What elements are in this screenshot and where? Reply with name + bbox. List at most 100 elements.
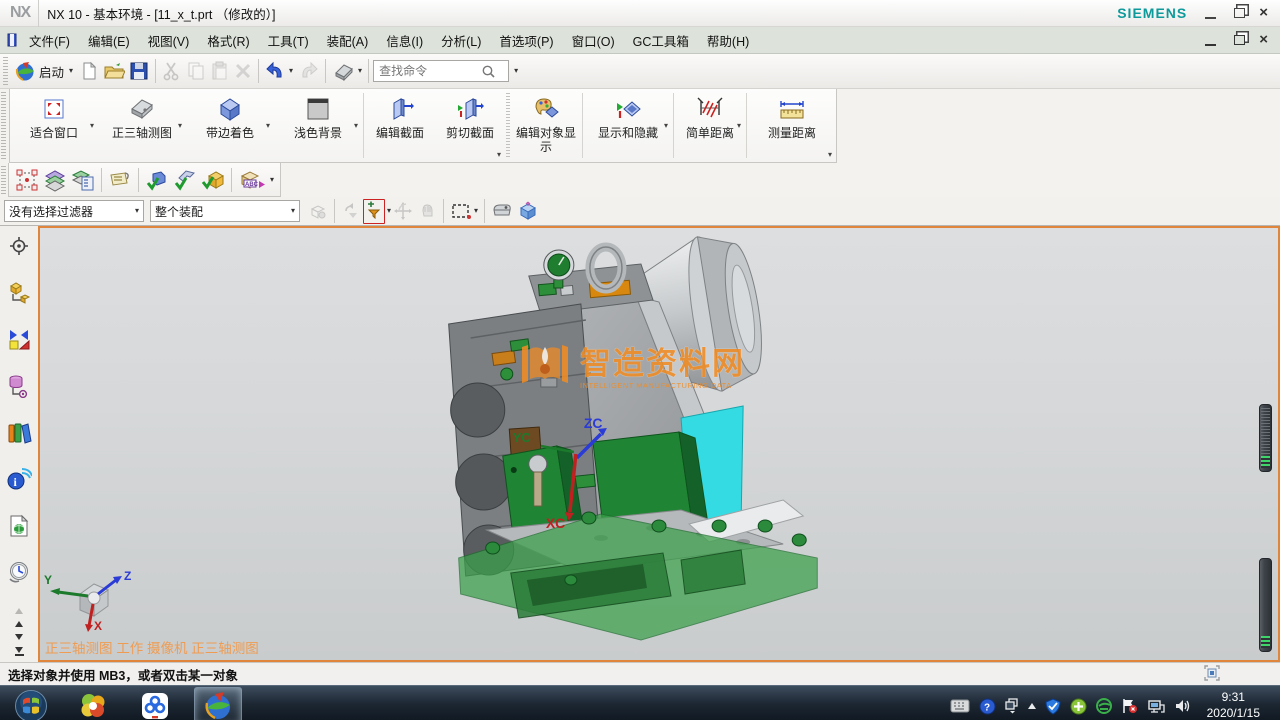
undo-dropdown-icon[interactable]: ▾: [289, 67, 293, 75]
close-icon[interactable]: ×: [1259, 7, 1268, 19]
antivirus-tray-icon[interactable]: [1070, 698, 1087, 715]
edit-object-display-button[interactable]: 编辑对象显示: [511, 89, 581, 162]
toolbar-grip[interactable]: [3, 57, 8, 85]
light-background-button[interactable]: 浅色背景 ▾: [274, 89, 362, 162]
keyboard-tray-icon[interactable]: [950, 699, 970, 713]
menu-window[interactable]: 窗口(O): [563, 27, 624, 54]
scroll-down-icon[interactable]: [15, 634, 23, 640]
child-close-icon[interactable]: ×: [1259, 34, 1268, 46]
light-background-dropdown-icon[interactable]: ▾: [354, 121, 358, 130]
isometric-view-dropdown-icon[interactable]: ▾: [178, 121, 182, 130]
start-dropdown-icon[interactable]: ▾: [69, 67, 73, 75]
scroll-bottom-icon[interactable]: [15, 647, 24, 656]
undo-button[interactable]: ▾: [263, 59, 295, 83]
start-menu-button[interactable]: 启动 ▾: [10, 58, 77, 84]
measure-distance-dropdown-icon[interactable]: ▾: [828, 150, 832, 159]
show-hide-dropdown-icon[interactable]: ▾: [664, 121, 668, 130]
web-info-icon[interactable]: i: [6, 467, 32, 492]
menu-tools[interactable]: 工具(T): [259, 27, 318, 54]
network-tray-icon[interactable]: [1147, 699, 1165, 714]
measure-distance-button[interactable]: 测量距离 ▾: [748, 89, 836, 162]
volume-tray-icon[interactable]: [1174, 698, 1192, 714]
history-icon[interactable]: [6, 560, 32, 586]
annotation-note-button[interactable]: [106, 166, 134, 194]
nx-app-button[interactable]: [194, 687, 242, 720]
shaded-edges-dropdown-icon[interactable]: ▾: [266, 121, 270, 130]
clip-section-button[interactable]: 剪切截面 ▾: [435, 89, 505, 162]
minimize-icon[interactable]: [1205, 8, 1216, 19]
marquee-select-button[interactable]: ▾: [448, 199, 480, 223]
display-dropdown-icon[interactable]: ▾: [358, 67, 362, 75]
clip-slider-upper[interactable]: [1259, 404, 1272, 472]
part-navigator-icon[interactable]: [6, 374, 32, 399]
fit-window-dropdown-icon[interactable]: ▾: [90, 121, 94, 130]
roller-mode-icon[interactable]: [6, 234, 32, 259]
shaded-edges-button[interactable]: 带边着色 ▾: [186, 89, 274, 162]
security-shield-tray-icon[interactable]: [1045, 698, 1061, 715]
fit-window-button[interactable]: 适合窗口 ▾: [10, 89, 98, 162]
show-hidden-icons[interactable]: [1028, 703, 1036, 709]
display-mode-button[interactable]: ▾: [330, 59, 364, 83]
part-check-button[interactable]: [143, 166, 171, 194]
scroll-up-icon[interactable]: [15, 621, 23, 627]
command-finder[interactable]: [373, 60, 509, 82]
search-input[interactable]: [377, 63, 481, 79]
utility-toolbar-grip[interactable]: [1, 166, 6, 194]
ribbon-grip[interactable]: [1, 92, 6, 160]
menu-analysis[interactable]: 分析(L): [432, 27, 490, 54]
menu-information[interactable]: 信息(I): [377, 27, 432, 54]
netdisk-app-button[interactable]: [132, 688, 178, 720]
new-file-button[interactable]: [77, 59, 101, 83]
restore-windows-tray-icon[interactable]: [1005, 698, 1019, 714]
menu-preferences[interactable]: 首选项(P): [490, 27, 562, 54]
menu-view[interactable]: 视图(V): [139, 27, 199, 54]
layer-settings-button[interactable]: [69, 166, 97, 194]
browser-app-button[interactable]: [70, 688, 116, 720]
action-center-flag-icon[interactable]: [1121, 698, 1138, 714]
assembly-check-button[interactable]: [199, 166, 227, 194]
text-tools-button[interactable]: ABC▾: [236, 166, 276, 194]
reuse-library-icon[interactable]: [6, 421, 32, 446]
simple-distance-dropdown-icon[interactable]: ▾: [737, 121, 741, 130]
ie-browser-tray-icon[interactable]: [1096, 698, 1112, 714]
search-icon[interactable]: [481, 64, 496, 79]
simple-distance-button[interactable]: 简单距离 ▾: [675, 89, 745, 162]
start-button[interactable]: [8, 688, 54, 720]
edit-section-button[interactable]: 编辑截面: [365, 89, 435, 162]
layers-button[interactable]: [41, 166, 69, 194]
menu-edit[interactable]: 编辑(E): [79, 27, 139, 54]
shaded-view-button[interactable]: [515, 199, 541, 223]
isometric-view-button[interactable]: 正三轴测图 ▾: [98, 89, 186, 162]
selection-filter-dropdown-icon[interactable]: ▾: [135, 207, 139, 215]
snapshot-button[interactable]: [489, 199, 515, 223]
menu-file[interactable]: 文件(F): [20, 27, 79, 54]
taskbar-clock[interactable]: 9:31 2020/1/15: [1201, 690, 1270, 720]
tool-check-button[interactable]: [171, 166, 199, 194]
marquee-dropdown-icon[interactable]: ▾: [474, 207, 478, 215]
show-hide-button[interactable]: 显示和隐藏 ▾: [584, 89, 672, 162]
open-file-button[interactable]: [101, 59, 127, 83]
menu-format[interactable]: 格式(R): [198, 27, 258, 54]
child-minimize-icon[interactable]: [1205, 35, 1216, 46]
restore-icon[interactable]: [1234, 8, 1245, 18]
filter-highlight-button[interactable]: [363, 199, 385, 224]
input-method-tray-icon[interactable]: ?: [979, 698, 996, 715]
assembly-navigator-icon[interactable]: [6, 281, 32, 306]
selection-filter-combo[interactable]: 没有选择过滤器 ▾: [4, 200, 144, 222]
selection-scope-dropdown-icon[interactable]: ▾: [291, 207, 295, 215]
web-page-icon[interactable]: [6, 514, 32, 539]
window-select-icon[interactable]: [1204, 665, 1220, 684]
clip-section-dropdown-icon[interactable]: ▾: [497, 150, 501, 159]
save-button[interactable]: [127, 59, 151, 83]
menu-gc-toolbox[interactable]: GC工具箱: [624, 27, 698, 54]
snap-point-button[interactable]: [13, 166, 41, 194]
text-tools-dropdown-icon[interactable]: ▾: [270, 176, 274, 184]
selection-scope-combo[interactable]: 整个装配 ▾: [150, 200, 300, 222]
graphics-window[interactable]: ZC XC YC 智造资料网 INTELLIGENT MANUFACTURING…: [38, 226, 1280, 662]
child-restore-icon[interactable]: [1234, 35, 1245, 45]
clip-slider-lower[interactable]: [1259, 558, 1272, 652]
constraint-navigator-icon[interactable]: [6, 327, 32, 352]
menu-assemblies[interactable]: 装配(A): [318, 27, 378, 54]
search-dropdown-icon[interactable]: ▾: [514, 67, 518, 75]
menu-help[interactable]: 帮助(H): [698, 27, 758, 54]
